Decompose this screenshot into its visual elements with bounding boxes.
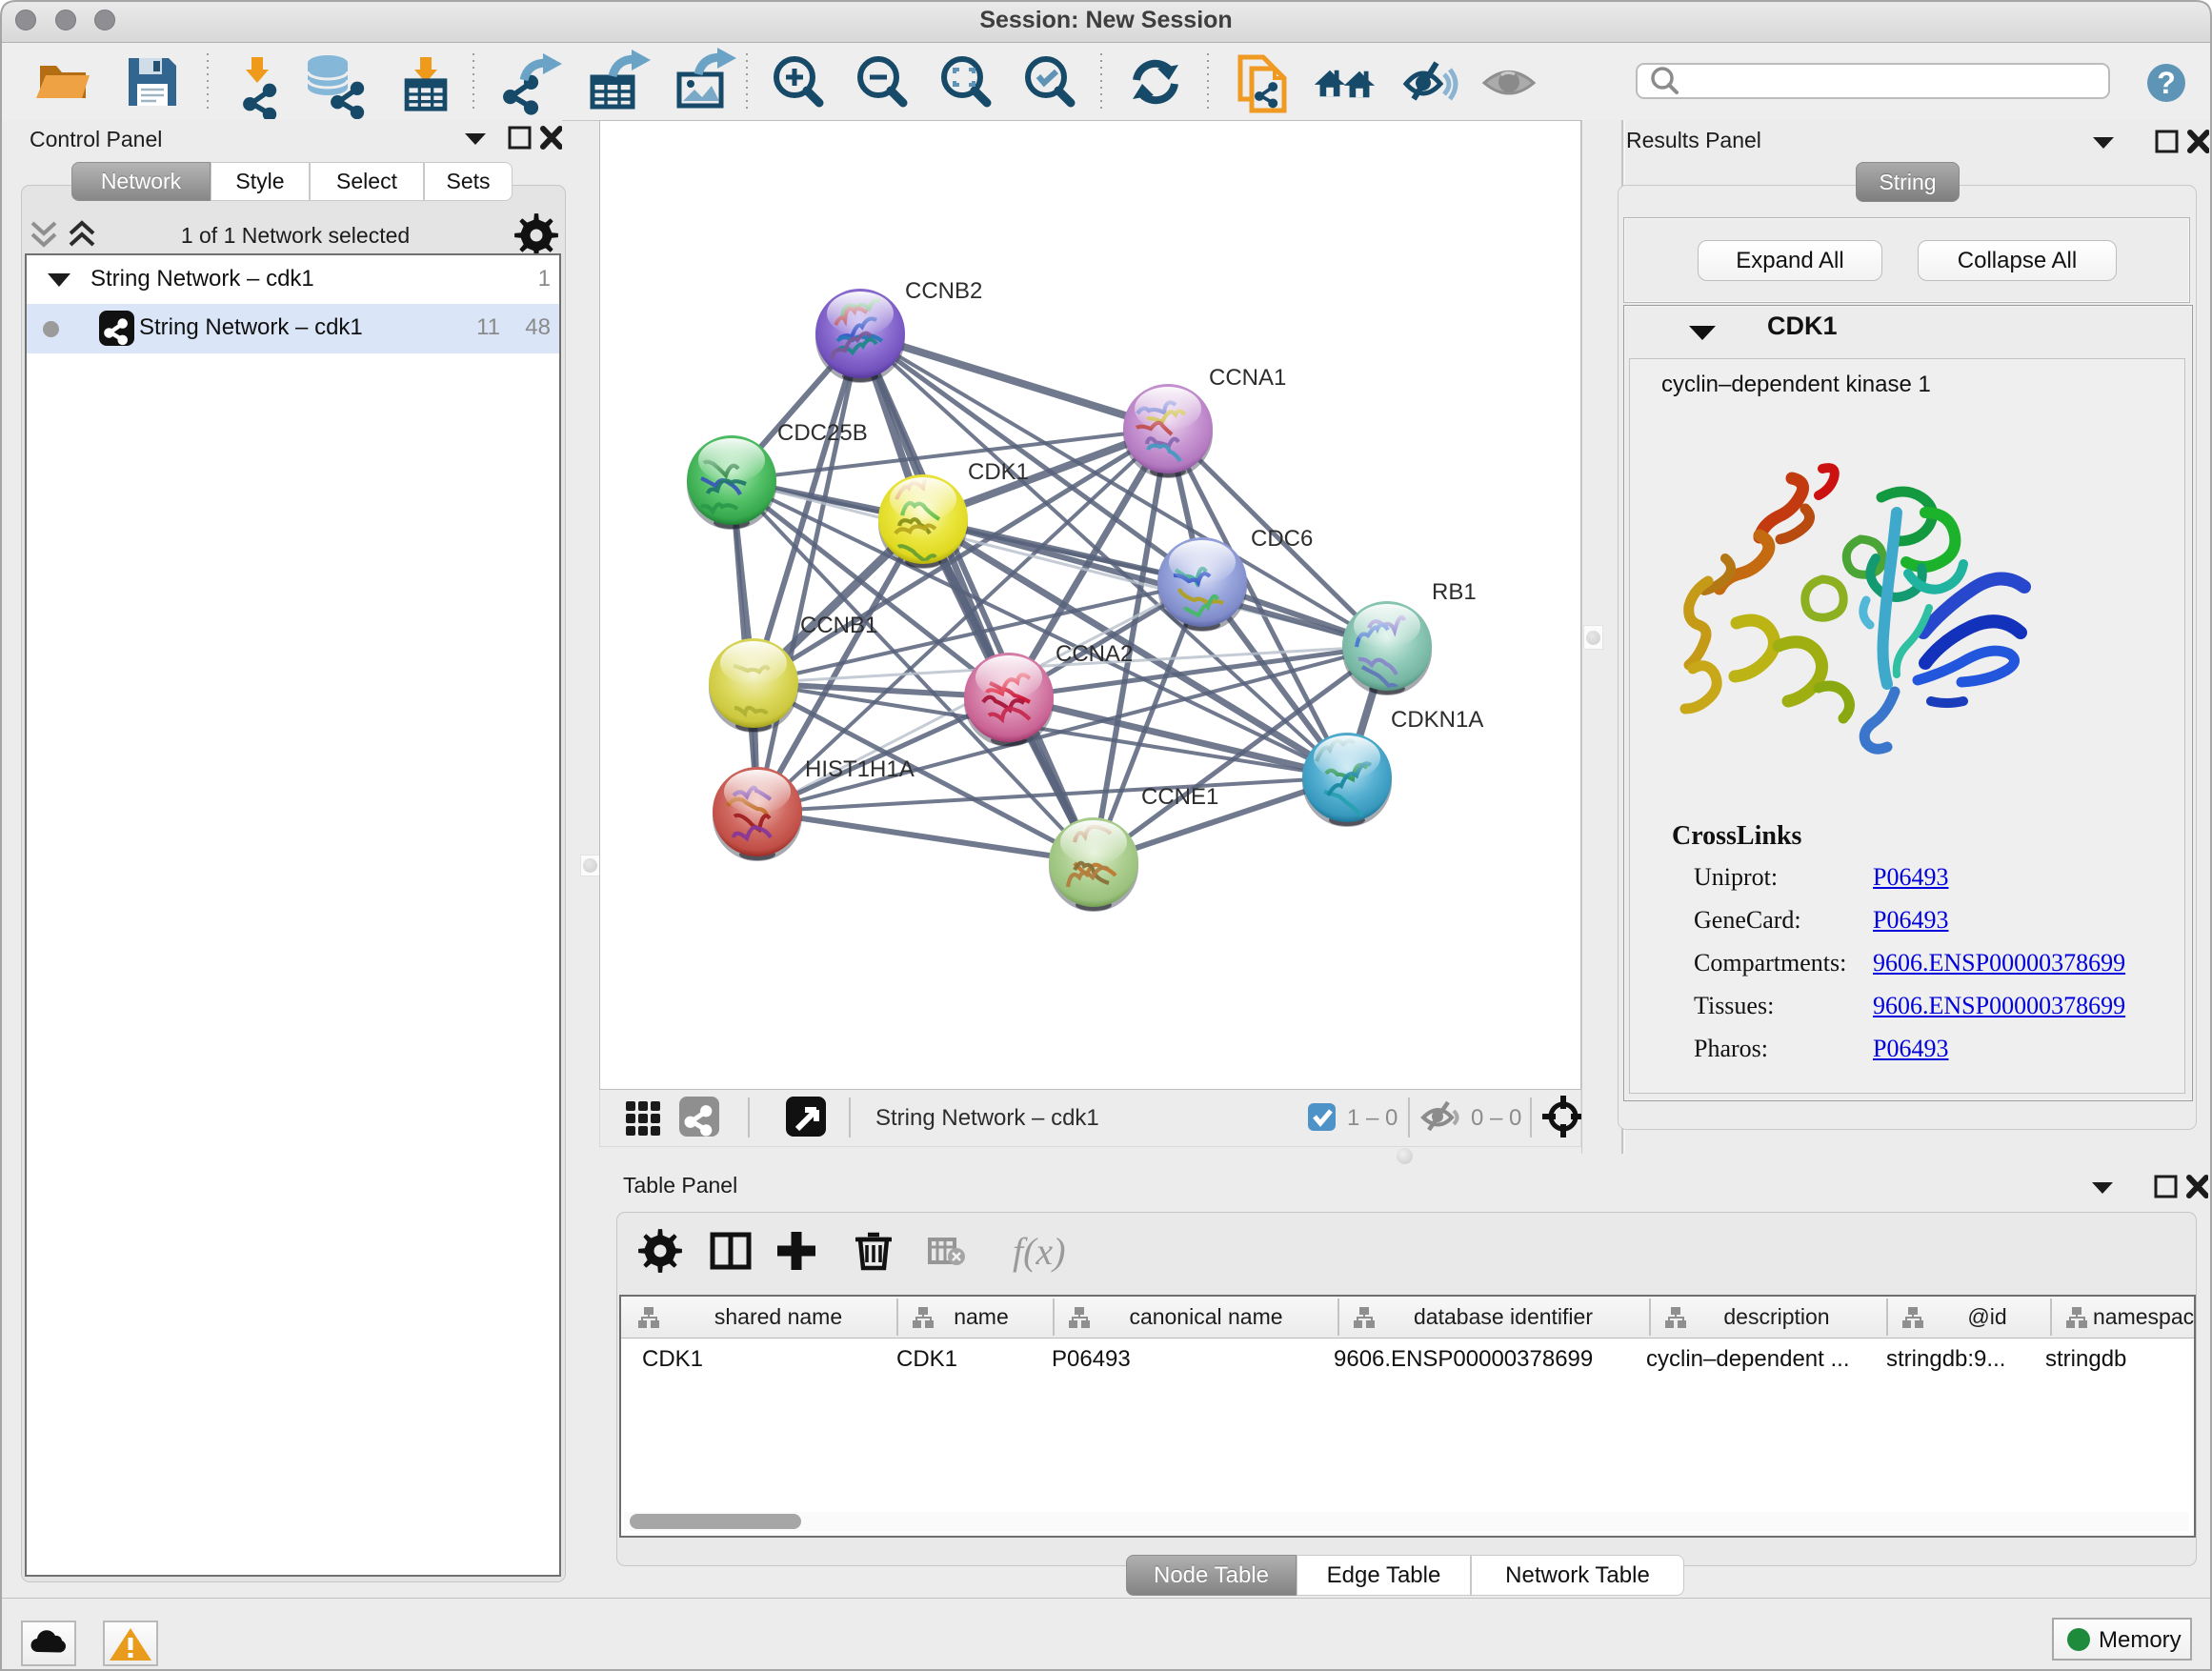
svg-text:name: name	[954, 1304, 1009, 1329]
svg-text:CCNE1: CCNE1	[1141, 784, 1218, 810]
svg-text:CDK1: CDK1	[968, 459, 1029, 485]
svg-text:RB1: RB1	[1432, 579, 1477, 605]
svg-text:f(x): f(x)	[1013, 1230, 1066, 1273]
svg-text:CCNA1: CCNA1	[1209, 365, 1286, 391]
svg-text:String Network – cdk1: String Network – cdk1	[875, 1105, 1099, 1131]
svg-text:canonical name: canonical name	[1129, 1304, 1282, 1329]
svg-text:HIST1H1A: HIST1H1A	[805, 756, 915, 782]
svg-text:1 – 0: 1 – 0	[1347, 1105, 1398, 1131]
svg-text:@id: @id	[1967, 1304, 2006, 1329]
svg-text:CCNB2: CCNB2	[905, 278, 982, 304]
svg-text:CCNA2: CCNA2	[1056, 641, 1133, 667]
svg-text:CDKN1A: CDKN1A	[1391, 707, 1483, 733]
svg-text:CDC6: CDC6	[1251, 526, 1313, 552]
svg-text:namespace: namespace	[2093, 1304, 2194, 1329]
svg-text:description: description	[1723, 1304, 1829, 1329]
svg-text:database identifier: database identifier	[1414, 1304, 1593, 1329]
svg-text:CCNB1: CCNB1	[800, 613, 877, 638]
svg-text:shared name: shared name	[714, 1304, 842, 1329]
svg-text:CDC25B: CDC25B	[777, 420, 868, 446]
svg-text:0 – 0: 0 – 0	[1471, 1105, 1521, 1131]
svg-text:?: ?	[2157, 66, 2176, 100]
